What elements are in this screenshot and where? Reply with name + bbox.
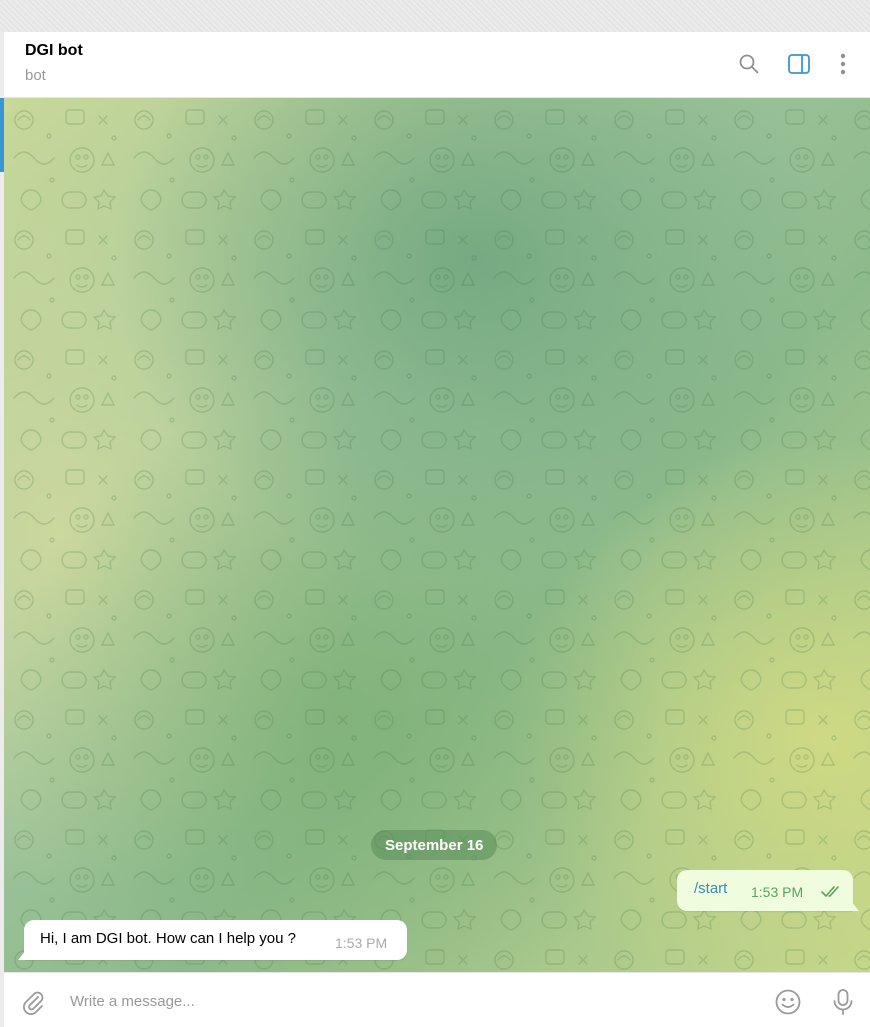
chat-window: DGI bot bot September 16 /start 1:53 PM … bbox=[4, 32, 870, 1027]
date-separator: September 16 bbox=[371, 830, 498, 860]
more-options-button[interactable] bbox=[829, 50, 857, 78]
chat-title[interactable]: DGI bot bbox=[25, 42, 83, 60]
chat-messages-area[interactable]: September 16 /start 1:53 PM Hi, I am DGI… bbox=[4, 98, 870, 972]
sidebar-toggle-button[interactable] bbox=[785, 50, 813, 78]
voice-message-button[interactable] bbox=[828, 987, 858, 1017]
attach-button[interactable] bbox=[18, 987, 48, 1017]
message-text[interactable]: /start bbox=[694, 880, 727, 897]
chat-header: DGI bot bot bbox=[4, 32, 870, 98]
chat-status: bot bbox=[25, 67, 46, 84]
microphone-icon bbox=[833, 989, 853, 1015]
outgoing-message-bubble[interactable]: /start 1:53 PM bbox=[677, 870, 859, 911]
double-check-icon bbox=[821, 886, 839, 897]
emoji-button[interactable] bbox=[773, 987, 803, 1017]
message-text[interactable]: Hi, I am DGI bot. How can I help you ? bbox=[40, 930, 296, 947]
more-vertical-icon bbox=[840, 53, 846, 75]
search-icon bbox=[739, 54, 759, 74]
search-button[interactable] bbox=[735, 50, 763, 78]
bubble-tail bbox=[18, 950, 26, 960]
message-time: 1:53 PM bbox=[751, 884, 804, 900]
emoji-icon bbox=[775, 989, 801, 1015]
message-time: 1:53 PM bbox=[335, 935, 388, 951]
bubble-tail bbox=[851, 901, 859, 911]
message-input[interactable] bbox=[70, 989, 750, 1013]
paperclip-icon bbox=[23, 991, 44, 1015]
window-top-strip bbox=[0, 0, 870, 32]
message-composer bbox=[4, 972, 870, 1027]
sidebar-toggle-icon bbox=[788, 54, 810, 74]
incoming-message-bubble[interactable]: Hi, I am DGI bot. How can I help you ? 1… bbox=[18, 920, 407, 960]
